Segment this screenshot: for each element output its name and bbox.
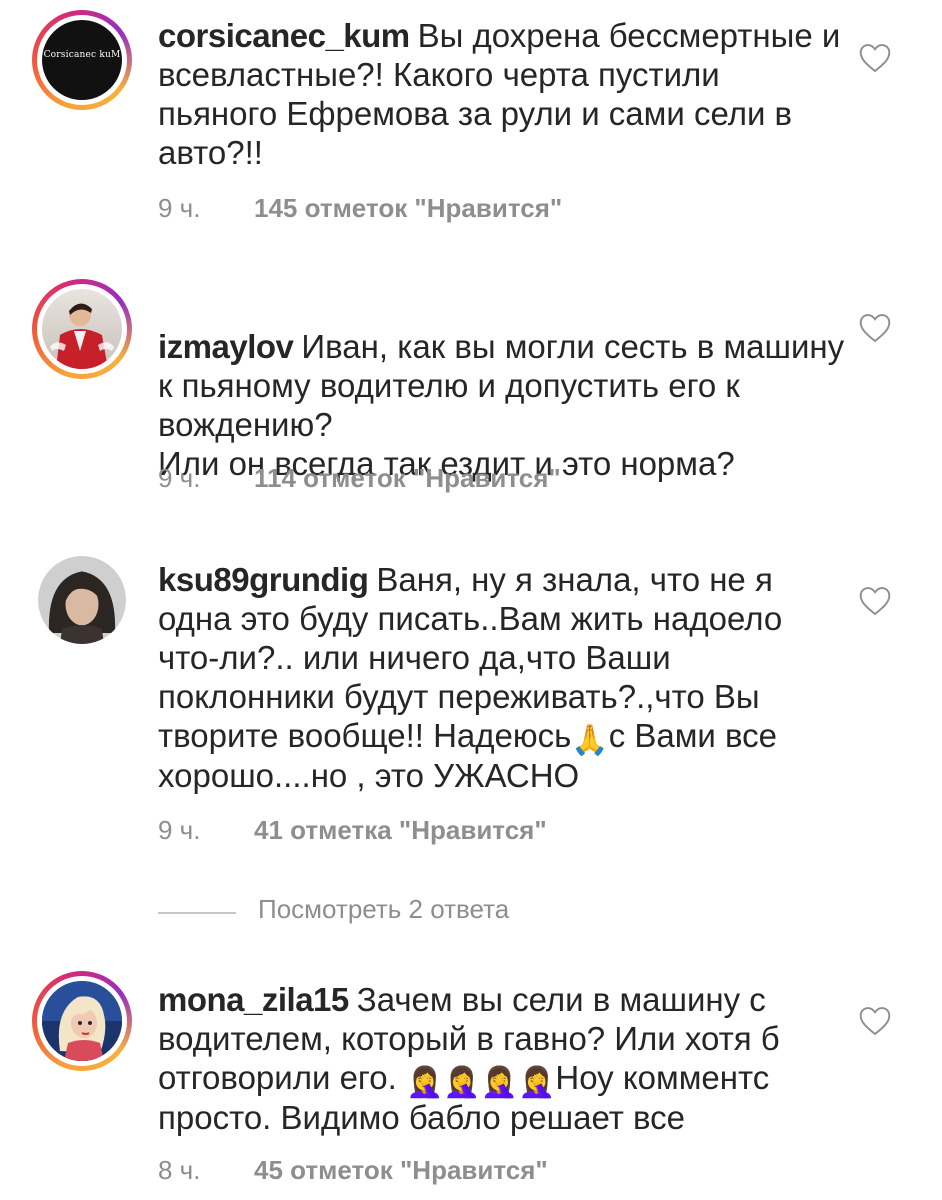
heart-outline-icon[interactable] xyxy=(858,313,892,343)
comment-text: mona_zila15 Зачем вы сели в машину с води… xyxy=(158,980,848,1137)
comment-likes-count[interactable]: 45 отметок "Нравится" xyxy=(254,1155,548,1185)
comment-text: ksu89grundig Ваня, ну я знала, что не я о… xyxy=(158,560,848,795)
comment-time: 9 ч. xyxy=(158,193,201,223)
comment-meta: 9 ч. 145 отметок "Нравится" xyxy=(158,193,562,224)
heart-outline-icon[interactable] xyxy=(858,1006,892,1036)
comment-likes-count[interactable]: 145 отметок "Нравится" xyxy=(254,193,562,223)
comment-time: 9 ч. xyxy=(158,463,201,493)
comment-meta: 8 ч. 45 отметок "Нравится" xyxy=(158,1155,548,1186)
avatar-logo-text: Corsicanec kuM xyxy=(43,50,121,60)
comment-username[interactable]: corsicanec_kum xyxy=(158,17,410,54)
comment-likes-count[interactable]: 41 отметка "Нравится" xyxy=(254,815,547,845)
heart-outline-icon[interactable] xyxy=(858,43,892,73)
avatar-image xyxy=(38,556,126,644)
avatar[interactable]: Corsicanec kuM xyxy=(32,10,132,110)
comment-meta: 9 ч. 41 отметка "Нравится" xyxy=(158,815,547,846)
heart-outline-icon[interactable] xyxy=(858,586,892,616)
emoji: 🙏 xyxy=(571,724,609,757)
avatar[interactable] xyxy=(38,556,126,644)
comment-time: 8 ч. xyxy=(158,1155,201,1185)
comment-username[interactable]: ksu89grundig xyxy=(158,561,369,598)
avatar-image xyxy=(42,981,122,1061)
emoji: 🤦‍♀️🤦‍♀️🤦‍♀️🤦‍♀️ xyxy=(405,1066,556,1099)
comment-likes-count[interactable]: 114 отметок "Нравится" xyxy=(254,463,561,493)
avatar[interactable] xyxy=(32,971,132,1071)
comment-meta: 9 ч. 114 отметок "Нравится" xyxy=(158,463,561,494)
replies-divider xyxy=(158,912,236,914)
view-replies-label: Посмотреть 2 ответа xyxy=(258,894,510,924)
avatar-image xyxy=(50,303,114,369)
comment-time: 9 ч. xyxy=(158,815,201,845)
avatar[interactable] xyxy=(32,279,132,379)
comment-username[interactable]: mona_zila15 xyxy=(158,981,349,1018)
comment-text: izmaylov Иван, как вы могли сесть в машин… xyxy=(158,288,848,483)
comment-username[interactable]: izmaylov xyxy=(158,328,294,365)
comment-text: corsicanec_kum Вы дохрена бессмертные и в… xyxy=(158,16,848,172)
